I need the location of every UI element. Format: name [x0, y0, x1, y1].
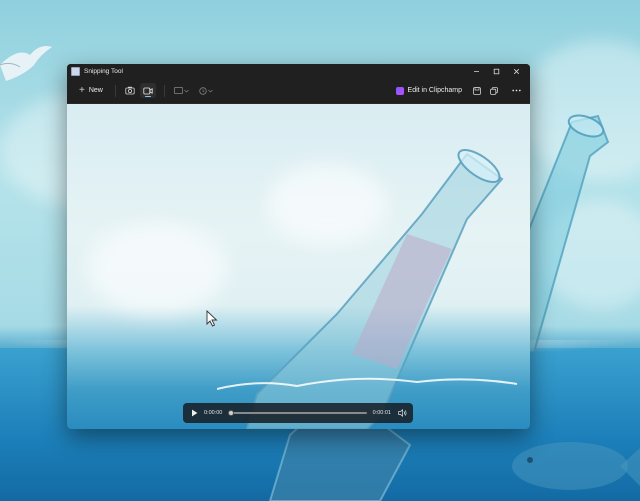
snipping-tool-icon: [71, 66, 80, 76]
save-button[interactable]: [469, 83, 485, 98]
seagull-image: [0, 46, 52, 81]
volume-button[interactable]: [397, 408, 407, 418]
close-button[interactable]: [506, 64, 526, 78]
toolbar-divider: [114, 84, 116, 97]
new-button-label: New: [88, 87, 103, 94]
seek-bar[interactable]: [228, 410, 367, 416]
seek-thumb[interactable]: [228, 410, 235, 416]
close-icon: [513, 68, 519, 74]
copy-button[interactable]: [486, 83, 502, 98]
copy-icon: [490, 86, 498, 95]
record-mode-button[interactable]: [139, 83, 156, 98]
cloud: [87, 224, 227, 314]
video-camera-icon: [143, 87, 153, 94]
save-icon: [473, 86, 481, 95]
recording-preview: [67, 104, 530, 429]
clipchamp-icon: [395, 86, 404, 95]
rectangle-snip-icon: [174, 87, 183, 94]
maximize-button[interactable]: [486, 64, 506, 78]
delay-dropdown[interactable]: [196, 83, 216, 98]
volume-icon: [397, 409, 406, 417]
snipping-tool-window: Snipping Tool + New Edit in Clipchamp 0:…: [67, 64, 530, 429]
fish-image: [512, 442, 640, 490]
more-options-icon: [511, 89, 521, 92]
bottle-image: [528, 114, 610, 352]
title-bar: Snipping Tool: [67, 64, 530, 78]
mouse-cursor-icon: [206, 310, 218, 327]
plus-icon: +: [79, 84, 85, 96]
timer-icon: [199, 86, 207, 95]
clipchamp-label: Edit in Clipchamp: [407, 87, 462, 94]
play-button[interactable]: [189, 408, 199, 418]
bottle-image: [217, 148, 517, 429]
camera-icon: [125, 86, 135, 95]
minimize-button[interactable]: [466, 64, 486, 78]
window-title: Snipping Tool: [84, 67, 123, 75]
screenshot-mode-button[interactable]: [122, 83, 138, 98]
new-button[interactable]: + New: [73, 83, 109, 98]
current-time: 0:00:00: [204, 410, 223, 416]
chevron-down-icon: [208, 89, 213, 92]
toolbar: + New Edit in Clipchamp: [67, 78, 530, 104]
more-options-button[interactable]: [508, 83, 524, 98]
edit-in-clipchamp-button[interactable]: Edit in Clipchamp: [390, 83, 468, 98]
total-time: 0:00:01: [372, 410, 391, 416]
toolbar-divider: [163, 84, 165, 97]
chevron-down-icon: [184, 89, 189, 92]
video-player-controls: 0:00:00 0:00:01: [183, 403, 413, 423]
minimize-icon: [473, 70, 479, 72]
play-icon: [191, 409, 197, 417]
snip-mode-dropdown[interactable]: [171, 83, 192, 98]
maximize-icon: [493, 68, 499, 74]
